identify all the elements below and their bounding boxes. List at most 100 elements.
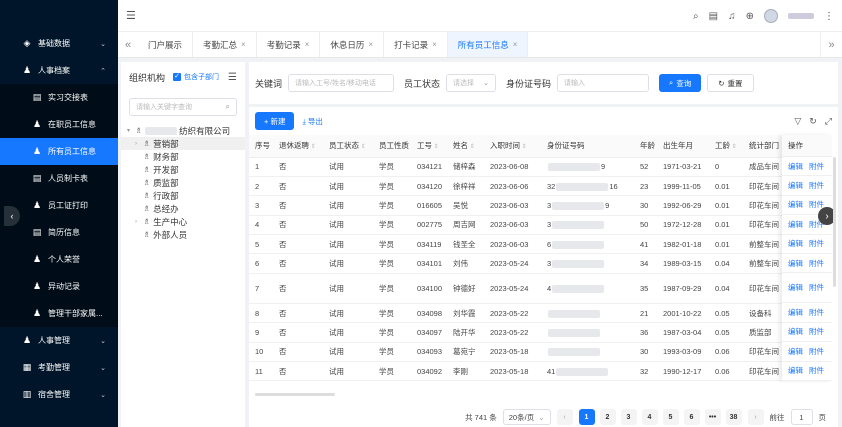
sort-icon[interactable]: ⇕	[520, 144, 527, 150]
attach-link[interactable]: 附件	[809, 307, 824, 318]
edit-link[interactable]: 编辑	[788, 199, 803, 210]
avatar[interactable]	[764, 9, 778, 23]
page-button[interactable]: •••	[704, 409, 721, 425]
table-row[interactable]: 1 否试用 学员 034121 储梓森 2023-06-08 9 52 1971-03-21 0 成…	[249, 157, 832, 177]
edit-link[interactable]: 编辑	[788, 161, 803, 172]
edit-link[interactable]: 编辑	[788, 282, 803, 293]
page-button[interactable]: 4	[641, 409, 658, 425]
menu-icon[interactable]: ☰	[228, 72, 237, 83]
sidebar-item-9[interactable]: ♟ 异动记录	[0, 273, 118, 300]
export-button[interactable]: ⤓ 导出	[302, 116, 322, 127]
attach-link[interactable]: 附件	[809, 365, 824, 376]
sidebar-item-4[interactable]: ♟ 所有员工信息	[0, 138, 118, 165]
vertical-scrollbar[interactable]	[833, 157, 836, 287]
sidebar-item-8[interactable]: ♟ 个人荣誉	[0, 246, 118, 273]
keyword-input[interactable]: 请输入工号/姓名/移动电话	[288, 74, 395, 92]
more-icon[interactable]: ⋮	[824, 11, 834, 22]
horizontal-scrollbar[interactable]	[255, 393, 335, 396]
add-button[interactable]: + 新建	[255, 112, 295, 130]
sidebar-item-7[interactable]: ▤ 简历信息	[0, 219, 118, 246]
column-header[interactable]: 工龄 ⇕	[709, 135, 743, 158]
edit-link[interactable]: 编辑	[788, 365, 803, 376]
edit-link[interactable]: 编辑	[788, 258, 803, 269]
tree-node[interactable]: ♗ 外部人员	[121, 228, 245, 241]
edit-link[interactable]: 编辑	[788, 307, 803, 318]
close-icon[interactable]: ×	[513, 40, 518, 49]
search-button[interactable]: ⌕ 查询	[659, 74, 702, 92]
sort-icon[interactable]: ⇕	[730, 144, 737, 150]
tabs-left-icon[interactable]: «	[118, 32, 138, 57]
attach-link[interactable]: 附件	[809, 282, 824, 293]
user-name[interactable]	[788, 13, 814, 19]
page-button[interactable]: 6	[683, 409, 700, 425]
tab-2[interactable]: 考勤记录 ×	[257, 32, 321, 57]
tree-root[interactable]: ▾ ♗ 纺织有限公司	[121, 124, 245, 137]
org-search-input[interactable]: 请输入关键字查询 ⌕	[129, 98, 237, 116]
tree-node[interactable]: › ♗ 生产中心	[121, 215, 245, 228]
sidebar-item-12[interactable]: ▦ 考勤管理 ⌄	[0, 354, 118, 381]
attach-link[interactable]: 附件	[809, 161, 824, 172]
attach-link[interactable]: 附件	[809, 258, 824, 269]
tab-5[interactable]: 所有员工信息 ×	[447, 32, 529, 57]
close-icon[interactable]: ×	[241, 40, 246, 49]
page-button[interactable]: 5	[662, 409, 679, 425]
page-button[interactable]: 38	[725, 409, 742, 425]
table-row[interactable]: 10 否试用 学员 034093 葛宛宁 2023-05-18 30 1993-03-09 0.…	[249, 342, 832, 363]
table-row[interactable]: 7 否试用 学员 034100 钟德好 2023-05-24 4 35 1987-09-29 0.…	[249, 273, 832, 304]
column-header[interactable]: 员工状态 ⇕	[323, 135, 373, 158]
globe-icon[interactable]: ⊕	[746, 11, 754, 22]
tab-0[interactable]: 门户展示	[138, 32, 194, 57]
tree-node[interactable]: ♗ 开发部	[121, 163, 245, 176]
message-icon[interactable]: ▤	[709, 11, 718, 22]
edit-link[interactable]: 编辑	[788, 238, 803, 249]
column-header[interactable]: 退休返聘 ⇕	[273, 135, 323, 158]
tab-4[interactable]: 打卡记录 ×	[384, 32, 448, 57]
column-header[interactable]: 年龄	[634, 135, 657, 158]
page-button[interactable]: 1	[578, 409, 595, 425]
table-row[interactable]: 3 否试用 学员 016605 吴悦 2023-06-03 3 9 30 1992-06-29 0.…	[249, 195, 832, 216]
page-button[interactable]: 2	[599, 409, 616, 425]
page-size-select[interactable]: 20条/页 ⌄	[502, 409, 551, 425]
fullscreen-icon[interactable]: ⤢	[825, 116, 832, 127]
search-icon[interactable]: ⌕	[693, 11, 699, 22]
column-header[interactable]: 出生年月	[657, 135, 709, 158]
table-row[interactable]: 4 否试用 学员 002775 周吉网 2023-06-03 3 50 1972-12-28 0.…	[249, 215, 832, 236]
id-input[interactable]: 请输入	[557, 74, 650, 92]
include-sub-label[interactable]: 包含子部门	[184, 72, 219, 82]
attach-link[interactable]: 附件	[809, 180, 824, 191]
sort-icon[interactable]: ⇕	[432, 144, 439, 150]
page-button[interactable]: 3	[620, 409, 637, 425]
filter-icon[interactable]: ▽	[794, 116, 801, 127]
sidebar-item-1[interactable]: ♟ 人事档案 ⌃	[0, 57, 118, 84]
edit-link[interactable]: 编辑	[788, 326, 803, 337]
tree-node[interactable]: ♗ 质监部	[121, 176, 245, 189]
sidebar-item-5[interactable]: ▤ 人员制卡表	[0, 165, 118, 192]
attach-link[interactable]: 附件	[809, 326, 824, 337]
tree-node[interactable]: ♗ 财务部	[121, 150, 245, 163]
column-header[interactable]: 统计部门	[743, 135, 782, 158]
sidebar-item-2[interactable]: ▤ 实习交接表	[0, 84, 118, 111]
edit-link[interactable]: 编辑	[788, 180, 803, 191]
tab-1[interactable]: 考勤汇总 ×	[193, 32, 257, 57]
sort-icon[interactable]: ⇕	[468, 144, 475, 150]
goto-input[interactable]: 1	[790, 409, 813, 425]
table-row[interactable]: 6 否试用 学员 034101 刘伟 2023-05-24 3 34 1989-03-15 0.0…	[249, 253, 832, 274]
table-row[interactable]: 9 否试用 学员 034097 陆开华 2023-05-22 36 1987-03-04 0.0…	[249, 322, 832, 343]
next-page-button[interactable]: ›	[747, 409, 764, 425]
tabs-right-icon[interactable]: »	[820, 32, 842, 57]
close-icon[interactable]: ×	[368, 40, 373, 49]
table-row[interactable]: 2 否试用 学员 034120 徐梓祥 2023-06-06 32 16 23 1999-11-0…	[249, 176, 832, 197]
table-row[interactable]: 5 否试用 学员 034119 钱圣全 2023-06-03 6 41 1982-01-18 0.…	[249, 234, 832, 255]
sidebar-item-10[interactable]: ♟ 管理干部家属...	[0, 300, 118, 327]
edit-link[interactable]: 编辑	[788, 346, 803, 357]
attach-link[interactable]: 附件	[809, 346, 824, 357]
tree-node[interactable]: ♗ 总经办	[121, 202, 245, 215]
reset-button[interactable]: ↻ 重置	[707, 74, 754, 92]
tree-node[interactable]: › ♗ 营销部	[121, 137, 245, 150]
close-icon[interactable]: ×	[432, 40, 437, 49]
sort-icon[interactable]: ⇕	[359, 144, 366, 150]
tree-node[interactable]: ♗ 行政部	[121, 189, 245, 202]
prev-page-button[interactable]: ‹	[556, 409, 573, 425]
bell-icon[interactable]: ♫	[728, 11, 736, 22]
column-header[interactable]: 姓名 ⇕	[447, 135, 484, 158]
